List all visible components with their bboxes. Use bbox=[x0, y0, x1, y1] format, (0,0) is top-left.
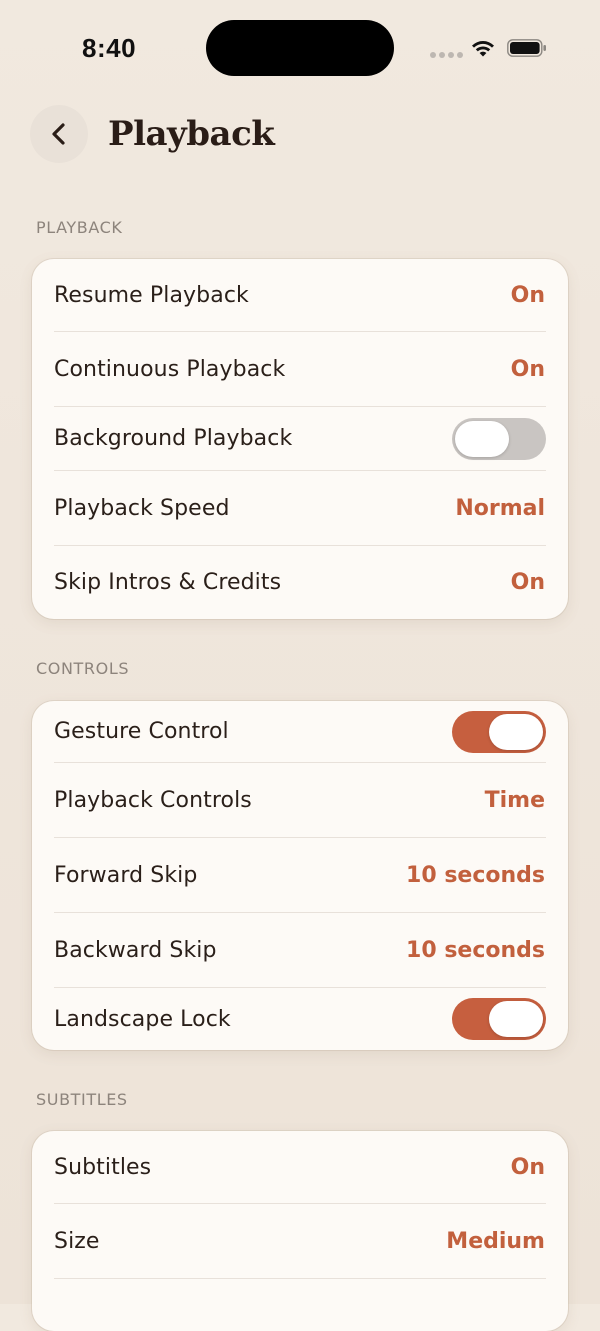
playback-card: Resume Playback On Continuous Playback O… bbox=[32, 259, 568, 619]
status-bar: 8:40 bbox=[0, 0, 600, 96]
row-skip-intros-credits[interactable]: Skip Intros & Credits On bbox=[54, 546, 546, 619]
section-label-controls: CONTROLS bbox=[36, 659, 130, 678]
row-value: On bbox=[510, 570, 545, 595]
subtitles-card: Subtitles On Size Medium bbox=[32, 1131, 568, 1331]
row-value: 10 seconds bbox=[406, 862, 545, 888]
row-label: Subtitles bbox=[54, 1154, 152, 1180]
row-value: On bbox=[510, 356, 545, 382]
chevron-left-icon bbox=[52, 123, 65, 145]
dynamic-island bbox=[206, 20, 394, 76]
toggle-knob bbox=[489, 713, 543, 750]
back-button[interactable] bbox=[30, 105, 88, 163]
background-playback-toggle[interactable] bbox=[452, 417, 546, 460]
cellular-signal-icon bbox=[430, 52, 463, 58]
status-time: 8:40 bbox=[82, 33, 137, 63]
row-value: 10 seconds bbox=[406, 937, 545, 963]
row-playback-controls[interactable]: Playback Controls Time bbox=[54, 763, 546, 838]
battery-icon bbox=[507, 39, 546, 57]
row-value: Medium bbox=[446, 1228, 545, 1254]
row-label: Size bbox=[54, 1228, 100, 1254]
row-label: Background Playback bbox=[54, 426, 293, 451]
row-label: Forward Skip bbox=[54, 862, 198, 888]
row-continuous-playback[interactable]: Continuous Playback On bbox=[54, 332, 546, 407]
section-label-playback: PLAYBACK bbox=[36, 218, 123, 237]
page-title: Playback bbox=[108, 114, 275, 154]
row-subtitles[interactable]: Subtitles On bbox=[54, 1131, 546, 1204]
wifi-icon bbox=[472, 41, 494, 57]
landscape-lock-toggle[interactable] bbox=[452, 998, 546, 1040]
row-background-playback: Background Playback bbox=[54, 407, 546, 471]
row-backward-skip[interactable]: Backward Skip 10 seconds bbox=[54, 913, 546, 988]
row-value: On bbox=[510, 1154, 545, 1180]
row-gesture-control: Gesture Control bbox=[54, 701, 546, 763]
row-label: Landscape Lock bbox=[54, 1006, 231, 1032]
row-playback-speed[interactable]: Playback Speed Normal bbox=[54, 471, 546, 546]
row-size[interactable]: Size Medium bbox=[54, 1204, 546, 1279]
row-label: Gesture Control bbox=[54, 719, 229, 744]
row-value: Normal bbox=[455, 495, 545, 521]
gesture-control-toggle[interactable] bbox=[452, 710, 546, 753]
row-label: Playback Controls bbox=[54, 787, 252, 813]
section-label-subtitles: SUBTITLES bbox=[36, 1090, 128, 1109]
row-value: On bbox=[510, 282, 545, 308]
row-label: Continuous Playback bbox=[54, 356, 286, 382]
row-forward-skip[interactable]: Forward Skip 10 seconds bbox=[54, 838, 546, 913]
row-label: Backward Skip bbox=[54, 937, 217, 963]
row-resume-playback[interactable]: Resume Playback On bbox=[54, 259, 546, 332]
toggle-knob bbox=[489, 1001, 543, 1037]
row-label: Playback Speed bbox=[54, 495, 230, 521]
row-value: Time bbox=[484, 787, 545, 813]
controls-card: Gesture Control Playback Controls Time F… bbox=[32, 701, 568, 1050]
toggle-knob bbox=[455, 420, 509, 457]
row-label: Skip Intros & Credits bbox=[54, 570, 282, 595]
row-label: Resume Playback bbox=[54, 282, 249, 308]
row-landscape-lock: Landscape Lock bbox=[54, 988, 546, 1050]
